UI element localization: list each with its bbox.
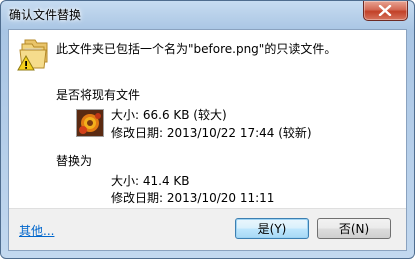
button-footer: 其他... 是(Y) 否(N) bbox=[9, 208, 406, 250]
image-thumbnail-icon bbox=[77, 110, 103, 136]
yes-button[interactable]: 是(Y) bbox=[235, 218, 309, 239]
new-file-size: 大小: 41.4 KB bbox=[111, 174, 190, 188]
new-file-date: 修改日期: 2013/10/20 11:11 bbox=[111, 191, 275, 205]
close-button[interactable] bbox=[363, 1, 408, 21]
existing-file-size: 大小: 66.6 KB (较大) bbox=[111, 108, 227, 122]
title-bar[interactable]: 确认文件替换 bbox=[1, 1, 414, 28]
more-options-link[interactable]: 其他... bbox=[19, 222, 54, 239]
no-button[interactable]: 否(N) bbox=[317, 218, 391, 239]
confirm-file-replace-dialog: 确认文件替换 此文件夹已包括一个名为"before.png"的只读文件。 是否将… bbox=[0, 0, 415, 259]
existing-file-thumbnail[interactable] bbox=[76, 109, 104, 137]
question-text: 是否将现有文件 bbox=[56, 88, 141, 102]
dialog-content: 此文件夹已包括一个名为"before.png"的只读文件。 是否将现有文件 大小… bbox=[8, 29, 407, 251]
replace-with-label: 替换为 bbox=[56, 154, 93, 168]
close-icon bbox=[378, 5, 392, 16]
window-title: 确认文件替换 bbox=[9, 8, 82, 22]
existing-file-date: 修改日期: 2013/10/22 17:44 (较新) bbox=[111, 126, 312, 140]
folder-warning-icon bbox=[17, 39, 48, 71]
message-text: 此文件夹已包括一个名为"before.png"的只读文件。 bbox=[56, 42, 337, 56]
